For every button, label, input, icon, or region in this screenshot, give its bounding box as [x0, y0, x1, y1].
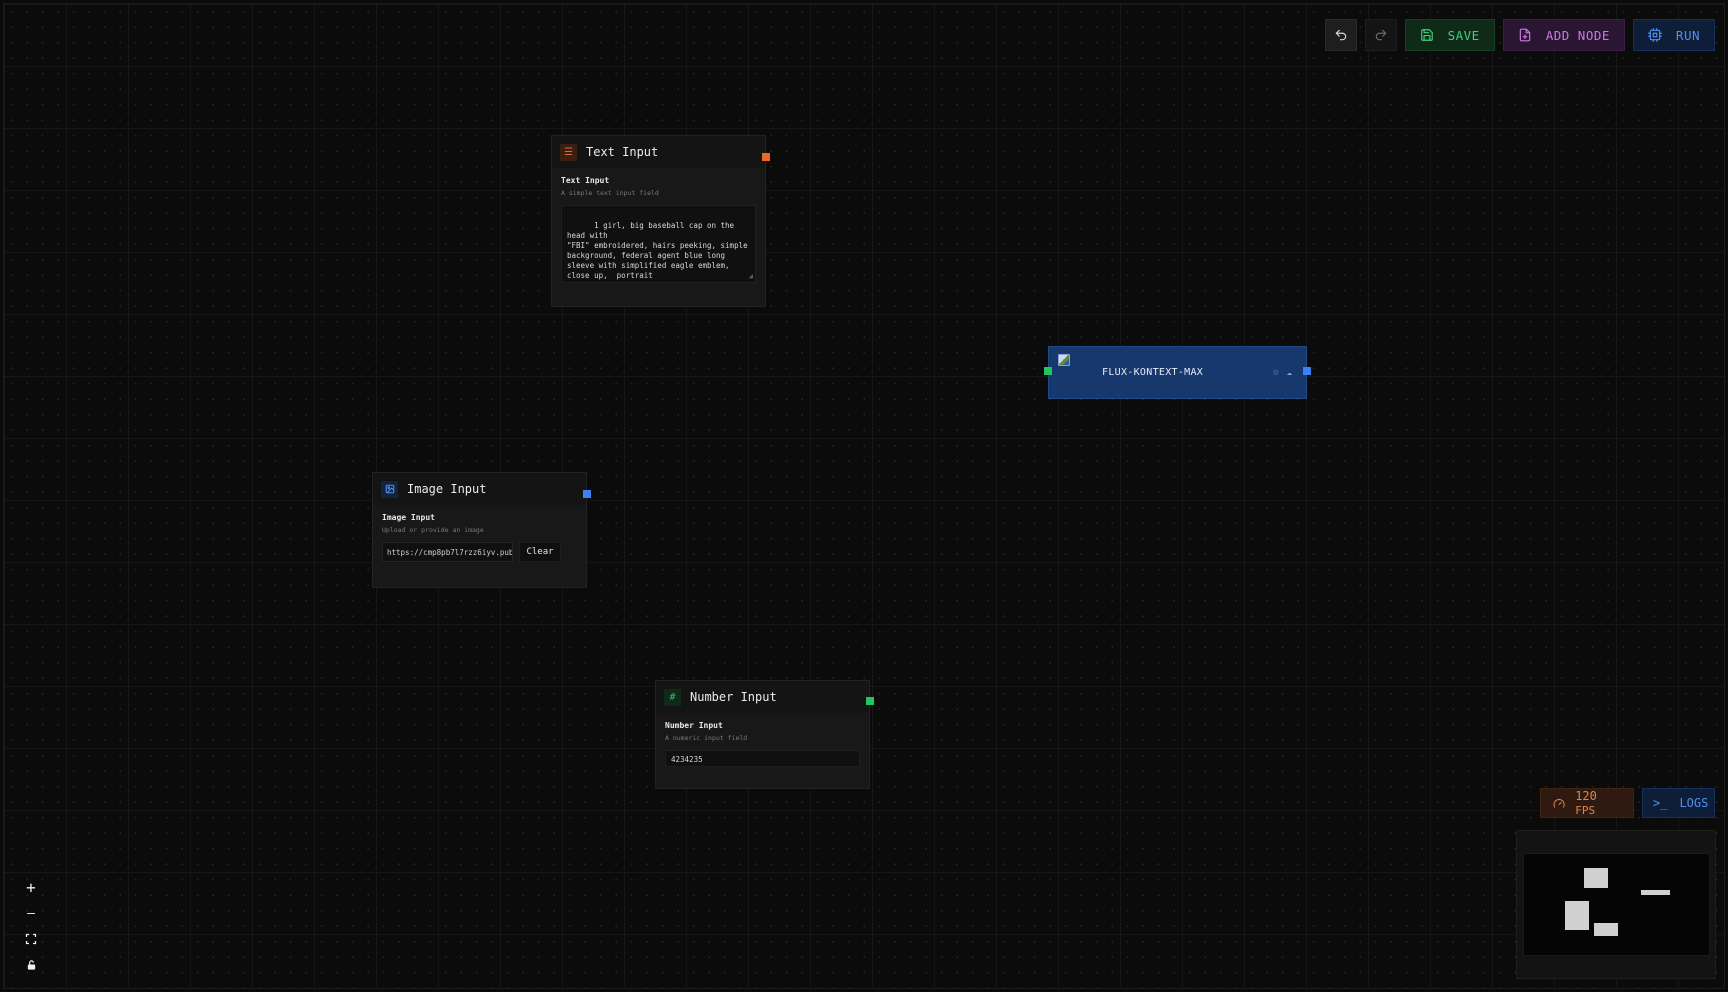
- field-description: Upload or provide an image: [382, 526, 484, 534]
- run-button[interactable]: RUN: [1632, 19, 1715, 51]
- zoom-out-button[interactable]: —: [20, 903, 42, 923]
- output-port[interactable]: [1303, 367, 1311, 375]
- text-input-node[interactable]: ☰ Text Input Text Input A simple text in…: [551, 135, 770, 307]
- number-input-node[interactable]: # Number Input Number Input A numeric in…: [655, 680, 874, 789]
- hash-icon: #: [664, 688, 681, 706]
- fps-indicator: 120 FPS: [1540, 788, 1634, 818]
- minimap-node-image-input: [1565, 901, 1589, 930]
- redo-icon: [1375, 29, 1386, 41]
- fit-view-button[interactable]: [20, 929, 42, 949]
- field-description: A numeric input field: [665, 734, 748, 742]
- plus-icon: +: [26, 877, 36, 897]
- input-port[interactable]: [1044, 367, 1052, 375]
- field-label: Image Input: [382, 513, 435, 522]
- node-title: Number Input: [690, 690, 777, 704]
- settings-icon[interactable]: ⚙: [1273, 368, 1278, 378]
- node-header[interactable]: Image Input: [373, 473, 586, 505]
- add-node-button[interactable]: ADD NODE: [1502, 19, 1625, 51]
- terminal-icon: >_: [1653, 796, 1668, 810]
- field-label: Text Input: [561, 176, 610, 185]
- lock-button[interactable]: [20, 955, 42, 975]
- fps-unit: FPS: [1575, 804, 1596, 817]
- minimap-node-text-input: [1584, 868, 1608, 888]
- file-plus-icon: [1519, 28, 1530, 42]
- image-url-input[interactable]: https://cmp8pb7l7rzz6iyv.public: [382, 542, 513, 562]
- fps-value: 120: [1575, 789, 1597, 803]
- logs-label: LOGS: [1679, 796, 1709, 810]
- minus-icon: —: [27, 905, 35, 921]
- image-input-node[interactable]: Image Input Image Input Upload or provid…: [372, 472, 591, 588]
- zoom-in-button[interactable]: +: [20, 877, 42, 897]
- top-toolbar: SAVE ADD NODE RUN: [1324, 19, 1715, 51]
- add-node-label: ADD NODE: [1545, 27, 1610, 43]
- clear-button[interactable]: Clear: [519, 542, 561, 562]
- field-label: Number Input: [665, 721, 723, 730]
- run-label: RUN: [1675, 27, 1700, 43]
- node-header[interactable]: # Number Input: [656, 681, 869, 713]
- cloud-icon[interactable]: ☁: [1287, 368, 1292, 378]
- fit-view-icon: [25, 933, 37, 945]
- undo-button[interactable]: [1324, 19, 1357, 51]
- minimap[interactable]: [1523, 853, 1710, 956]
- image-icon: [381, 480, 398, 498]
- save-button[interactable]: SAVE: [1404, 19, 1495, 51]
- textarea-value: 1 girl, big baseball cap on the head wit…: [567, 221, 748, 280]
- node-title: Text Input: [586, 145, 659, 159]
- gauge-icon: [1553, 798, 1565, 808]
- number-input-field[interactable]: 4234235: [665, 750, 860, 767]
- model-image-icon: [1058, 354, 1070, 366]
- node-actions: ⚙ ☁: [1273, 368, 1292, 378]
- logs-button[interactable]: >_ LOGS: [1642, 788, 1715, 818]
- resize-handle-icon[interactable]: ◢: [749, 271, 753, 281]
- minimap-node-flux: [1641, 890, 1670, 895]
- output-port[interactable]: [866, 697, 874, 705]
- flux-kontext-max-node[interactable]: FLUX-KONTEXT-MAX ⚙ ☁: [1044, 346, 1311, 399]
- output-port[interactable]: [583, 490, 591, 498]
- cpu-icon: [1647, 28, 1662, 42]
- minimap-node-number-input: [1594, 923, 1618, 936]
- canvas-controls: + —: [20, 877, 42, 975]
- save-icon: [1420, 29, 1433, 41]
- node-header[interactable]: ☰ Text Input: [552, 136, 765, 168]
- text-input-textarea[interactable]: 1 girl, big baseball cap on the head wit…: [561, 205, 756, 283]
- save-label: SAVE: [1447, 27, 1480, 43]
- node-title: Image Input: [407, 482, 487, 496]
- node-title: FLUX-KONTEXT-MAX: [1102, 367, 1204, 378]
- lock-icon: [27, 960, 35, 970]
- text-lines-icon: ☰: [560, 143, 577, 161]
- output-port[interactable]: [762, 153, 770, 161]
- flow-canvas[interactable]: [3, 3, 1725, 989]
- minimap-panel: [1516, 830, 1716, 979]
- redo-button[interactable]: [1364, 19, 1397, 51]
- undo-icon: [1335, 29, 1346, 41]
- field-description: A simple text input field: [561, 189, 659, 197]
